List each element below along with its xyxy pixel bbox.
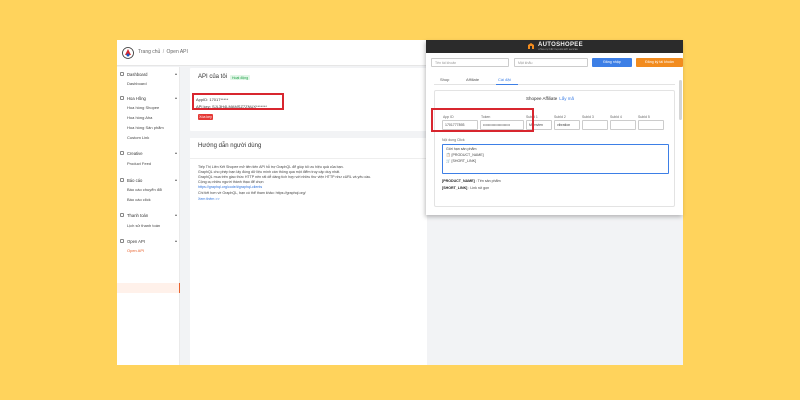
popup-header: AUTOSHOPEE CÔNG CỤ TIẾP THỊ LIÊN KẾT SHO… [426,40,683,53]
get-code-link[interactable]: Lấy mã [559,96,574,101]
subid4-label: Subld 4 [610,115,622,119]
dashboard-icon [120,72,124,76]
sidebar-group-label: Báo cáo [127,178,143,183]
sidebar: Dashboard ▴ Dashboard Hoa Hồng ▴ Hoa hồn… [117,67,180,365]
subid3-input[interactable] [582,120,608,130]
sidebar-group-open-api[interactable]: Open API ▴ [120,237,178,246]
user-guide-card: Hướng dẫn người dùng Tiếp Thị Liên Kết S… [190,138,427,365]
commission-icon [120,96,124,100]
chevron-up-icon: ▴ [174,150,177,155]
appid-token-highlight-box [431,108,534,132]
brand-name: AUTOSHOPEE [538,42,583,48]
breadcrumb-current: Open API [166,49,188,55]
sidebar-item-open-api[interactable]: Open API [127,248,144,253]
subid5-label: Subld 5 [638,115,650,119]
status-badge: Hoạt động [230,75,251,80]
my-api-card: API của tôi Hoạt động AppID: 17017***** … [190,68,427,131]
my-api-title: API của tôi [198,74,228,80]
delete-key-button[interactable]: Xóa key [198,114,213,120]
brand-tagline: CÔNG CỤ TIẾP THỊ LIÊN KẾT SHOPEE [538,49,578,51]
register-button[interactable]: Đăng ký tài khoản [636,58,683,67]
sidebar-item-payment-history[interactable]: Lịch sử thanh toán [127,223,160,228]
sidebar-group-reports[interactable]: Báo cáo ▴ [120,176,178,185]
sidebar-item-custom-link[interactable]: Custom Link [127,135,149,140]
breadcrumb: Trang chủ / Open API [138,49,188,55]
breadcrumb-separator: / [162,49,165,55]
graphql-clients-link[interactable]: https://graphql.org/code/#graphql-client… [198,185,262,189]
autoshopee-extension-popup: AUTOSHOPEE CÔNG CỤ TIẾP THỊ LIÊN KẾT SHO… [426,40,683,215]
chevron-up-icon: ▴ [174,177,177,182]
guide-text: Chi tiết hơn về GraphQL, bạn có thể tham… [198,191,306,195]
settings-panel: Shopee Affiliate Lấy mã App ID Token Subl… [431,90,675,207]
sidebar-group-dashboard[interactable]: Dashboard ▴ [120,70,178,79]
divider [190,158,427,159]
subid5-input[interactable] [638,120,664,130]
username-input[interactable]: Tên tài khoản [431,58,509,67]
sidebar-item-commission-shopee[interactable]: Hoa hồng Shopee [127,105,159,110]
sidebar-item-commission-aha[interactable]: Hoa hồng Aha [127,115,152,120]
content-textarea[interactable]: Giới hạn sản phẩm 📋 [PRODUCT_NAME] 🛒 [SH… [442,144,669,174]
sidebar-item-dashboard[interactable]: Dashboard [127,81,147,86]
breadcrumb-home[interactable]: Trang chủ [138,49,160,55]
subid2-label: Subld 2 [554,115,566,119]
sidebar-group-label: Dashboard [127,72,148,77]
login-button[interactable]: Đăng nhập [592,58,632,67]
api-key-value: API key: SJL3H4LMAMSZ7ZNUX******* [196,104,267,109]
legend-product-name: [PRODUCT_NAME] : Tên sản phẩm [442,179,501,183]
content-line: Giới hạn sản phẩm [446,147,477,151]
sidebar-group-label: Open API [127,239,145,244]
shopee-logo-icon [122,47,134,59]
popup-tabs: Shop Affiliate Cài đặt [434,73,675,85]
chevron-up-icon: ▴ [174,212,177,217]
subid2-input[interactable]: vibration [554,120,580,130]
subid4-input[interactable] [610,120,636,130]
legend-key: [SHORT_LINK] [442,186,468,190]
chevron-up-icon: ▴ [174,95,177,100]
content-label: Nội dung Click [442,138,465,142]
chevron-up-icon: ▴ [174,238,177,243]
affiliate-title-text: Shopee Affiliate [526,96,558,101]
app-id-value: AppID: 17017***** [196,97,229,102]
sidebar-group-payment[interactable]: Thanh toán ▴ [120,211,178,220]
payment-icon [120,213,124,217]
sidebar-item-conversion-report[interactable]: Báo cáo chuyển đổi [127,187,162,192]
tab-settings[interactable]: Cài đặt [498,77,511,82]
guide-text: GraphQL mua trên giao thức HTTP nên rất … [198,175,372,179]
sidebar-group-label: Hoa Hồng [127,96,146,101]
sidebar-group-label: Thanh toán [127,213,149,218]
user-guide-title: Hướng dẫn người dùng [198,143,262,149]
subid3-label: Subld 3 [582,115,594,119]
tab-shop[interactable]: Shop [440,77,449,82]
sidebar-item-product-feed[interactable]: Product Feed [127,161,151,166]
api-icon [120,239,124,243]
legend-desc: : Tên sản phẩm [475,179,501,183]
tab-affiliate[interactable]: Affiliate [466,77,479,82]
content-line: 📋 [PRODUCT_NAME] [446,153,484,157]
see-more-link[interactable]: Xem thêm >> [198,197,220,201]
legend-desc: : Link rút gọn [468,186,490,190]
sidebar-item-commission-product[interactable]: Hoa hồng Sản phẩm [127,125,164,130]
sidebar-item-click-report[interactable]: Báo cáo click [127,197,151,202]
sidebar-group-commission[interactable]: Hoa Hồng ▴ [120,94,178,103]
legend-key: [PRODUCT_NAME] [442,179,475,183]
sidebar-active-highlight [117,283,180,293]
guide-text: Cộng cụ nhiều người thành thạo để chọn [198,180,264,184]
active-tab-indicator [496,84,518,85]
chevron-up-icon: ▴ [174,71,177,76]
report-icon [120,178,124,182]
guide-text: GraphQL cho phép bạn lấy đúng dữ liệu mì… [198,170,341,174]
creative-icon [120,151,124,155]
popup-scrollbar[interactable] [679,80,682,120]
affiliate-section-title: Shopee Affiliate Lấy mã [526,96,574,101]
sidebar-group-label: Creative [127,151,143,156]
guide-text: Tiếp Thị Liên Kết Shopee mở tiên tiến AP… [198,165,344,169]
autoshopee-logo-icon [528,43,534,49]
sidebar-group-creative[interactable]: Creative ▴ [120,149,178,158]
password-input[interactable]: Mật khẩu [514,58,588,67]
content-line: 🛒 [SHORT_LINK] [446,159,476,163]
legend-short-link: [SHORT_LINK] : Link rút gọn [442,186,489,190]
